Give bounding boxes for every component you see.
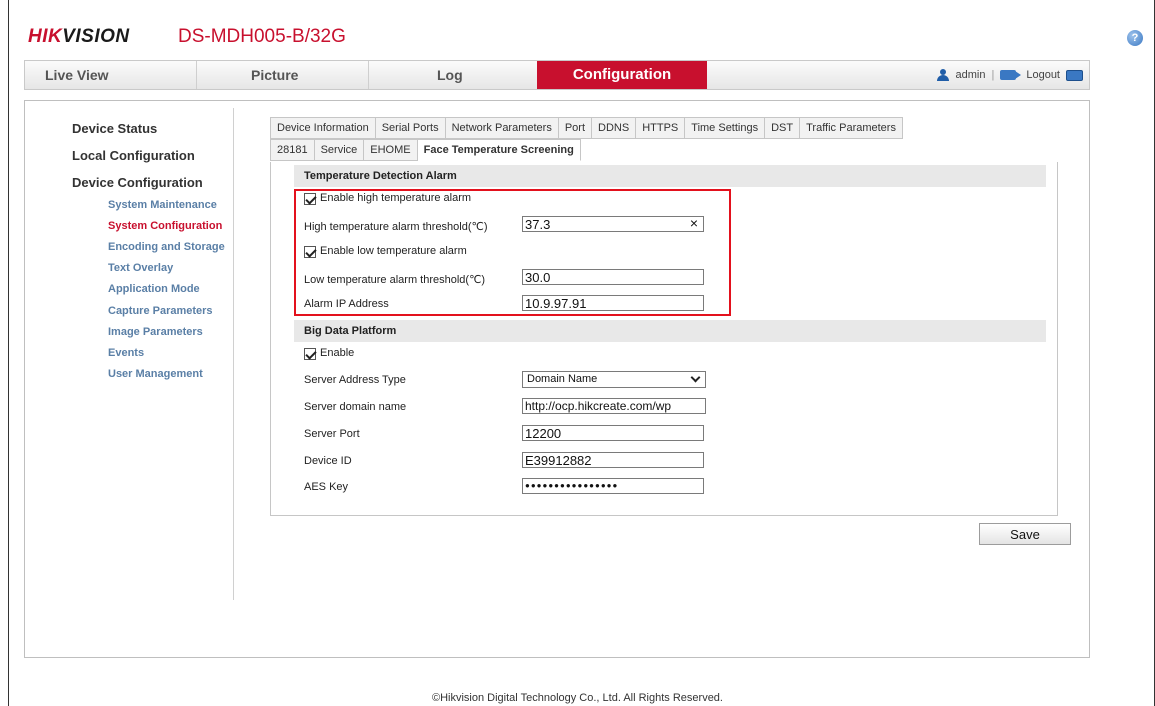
- tab-port[interactable]: Port: [558, 117, 593, 139]
- section-big-data-platform: Big Data Platform: [294, 320, 1046, 342]
- logout-link[interactable]: Logout: [1026, 61, 1060, 89]
- tab-service[interactable]: Service: [314, 139, 365, 161]
- user-area: admin | Logout: [936, 61, 1083, 89]
- highlight-box: [294, 189, 731, 316]
- nav-tab-log[interactable]: Log: [369, 61, 537, 89]
- tab-28181[interactable]: 28181: [270, 139, 315, 161]
- device-id-input[interactable]: E39912882: [522, 452, 704, 468]
- sidebar-item-system-configuration[interactable]: System Configuration: [108, 220, 222, 232]
- big-data-enable-checkbox[interactable]: [304, 348, 316, 360]
- sidebar-item-events[interactable]: Events: [108, 347, 144, 359]
- tab-row-2: 28181 Service EHOME Face Temperature Scr…: [270, 139, 581, 161]
- sidebar-divider: [233, 108, 234, 600]
- username: admin: [955, 69, 986, 81]
- separator: |: [991, 69, 995, 81]
- tab-row-1: Device Information Serial Ports Network …: [270, 117, 903, 139]
- sidebar-item-application-mode[interactable]: Application Mode: [108, 283, 200, 295]
- hikvision-logo: HIKVISION: [28, 26, 130, 47]
- device-model: DS-MDH005-B/32G: [178, 26, 346, 47]
- server-domain-input[interactable]: http://ocp.hikcreate.com/wp: [522, 398, 706, 414]
- tab-https[interactable]: HTTPS: [636, 117, 686, 139]
- sidebar-item-text-overlay[interactable]: Text Overlay: [108, 262, 173, 274]
- tab-ddns[interactable]: DDNS: [592, 117, 637, 139]
- server-address-type-select[interactable]: Domain Name: [522, 371, 706, 388]
- section-temperature-alarm: Temperature Detection Alarm: [294, 165, 1046, 187]
- tab-network-parameters[interactable]: Network Parameters: [445, 117, 559, 139]
- tab-time-settings[interactable]: Time Settings: [685, 117, 766, 139]
- tab-device-information[interactable]: Device Information: [270, 117, 376, 139]
- user-icon: [936, 69, 950, 81]
- help-icon[interactable]: ?: [1127, 30, 1143, 46]
- footer-copyright: ©Hikvision Digital Technology Co., Ltd. …: [432, 692, 723, 704]
- sidebar-item-user-management[interactable]: User Management: [108, 368, 203, 380]
- sidebar-device-status[interactable]: Device Status: [72, 121, 157, 136]
- top-navigation: Live View Picture Log Configuration admi…: [24, 60, 1090, 90]
- tab-ehome[interactable]: EHOME: [364, 139, 418, 161]
- aes-key-input[interactable]: ●●●●●●●●●●●●●●●●: [522, 478, 704, 494]
- sidebar-local-configuration[interactable]: Local Configuration: [72, 148, 195, 163]
- tab-face-temperature-screening[interactable]: Face Temperature Screening: [417, 139, 581, 161]
- fullscreen-icon[interactable]: [1066, 69, 1083, 81]
- server-address-type-value: Domain Name: [527, 373, 598, 385]
- sidebar-device-configuration[interactable]: Device Configuration: [72, 175, 203, 190]
- nav-tab-live-view[interactable]: Live View: [25, 61, 197, 89]
- nav-tab-configuration[interactable]: Configuration: [537, 61, 707, 89]
- server-address-type-label: Server Address Type: [304, 374, 406, 386]
- sidebar-item-encoding-storage[interactable]: Encoding and Storage: [108, 241, 225, 253]
- aes-key-label: AES Key: [304, 481, 349, 493]
- save-button[interactable]: Save: [979, 523, 1071, 545]
- sidebar-item-capture-parameters[interactable]: Capture Parameters: [108, 305, 213, 317]
- server-port-label: Server Port: [304, 428, 360, 440]
- sidebar-item-image-parameters[interactable]: Image Parameters: [108, 326, 203, 338]
- nav-tab-picture[interactable]: Picture: [197, 61, 369, 89]
- tab-traffic-parameters[interactable]: Traffic Parameters: [800, 117, 903, 139]
- server-domain-label: Server domain name: [304, 401, 407, 413]
- server-port-input[interactable]: 12200: [522, 425, 704, 441]
- big-data-enable-label: Enable: [320, 347, 355, 359]
- sidebar-item-system-maintenance[interactable]: System Maintenance: [108, 199, 217, 211]
- logout-icon[interactable]: [1000, 70, 1022, 80]
- device-id-label: Device ID: [304, 455, 352, 467]
- chevron-down-icon: [690, 372, 701, 383]
- tab-serial-ports[interactable]: Serial Ports: [375, 117, 446, 139]
- tab-dst[interactable]: DST: [765, 117, 801, 139]
